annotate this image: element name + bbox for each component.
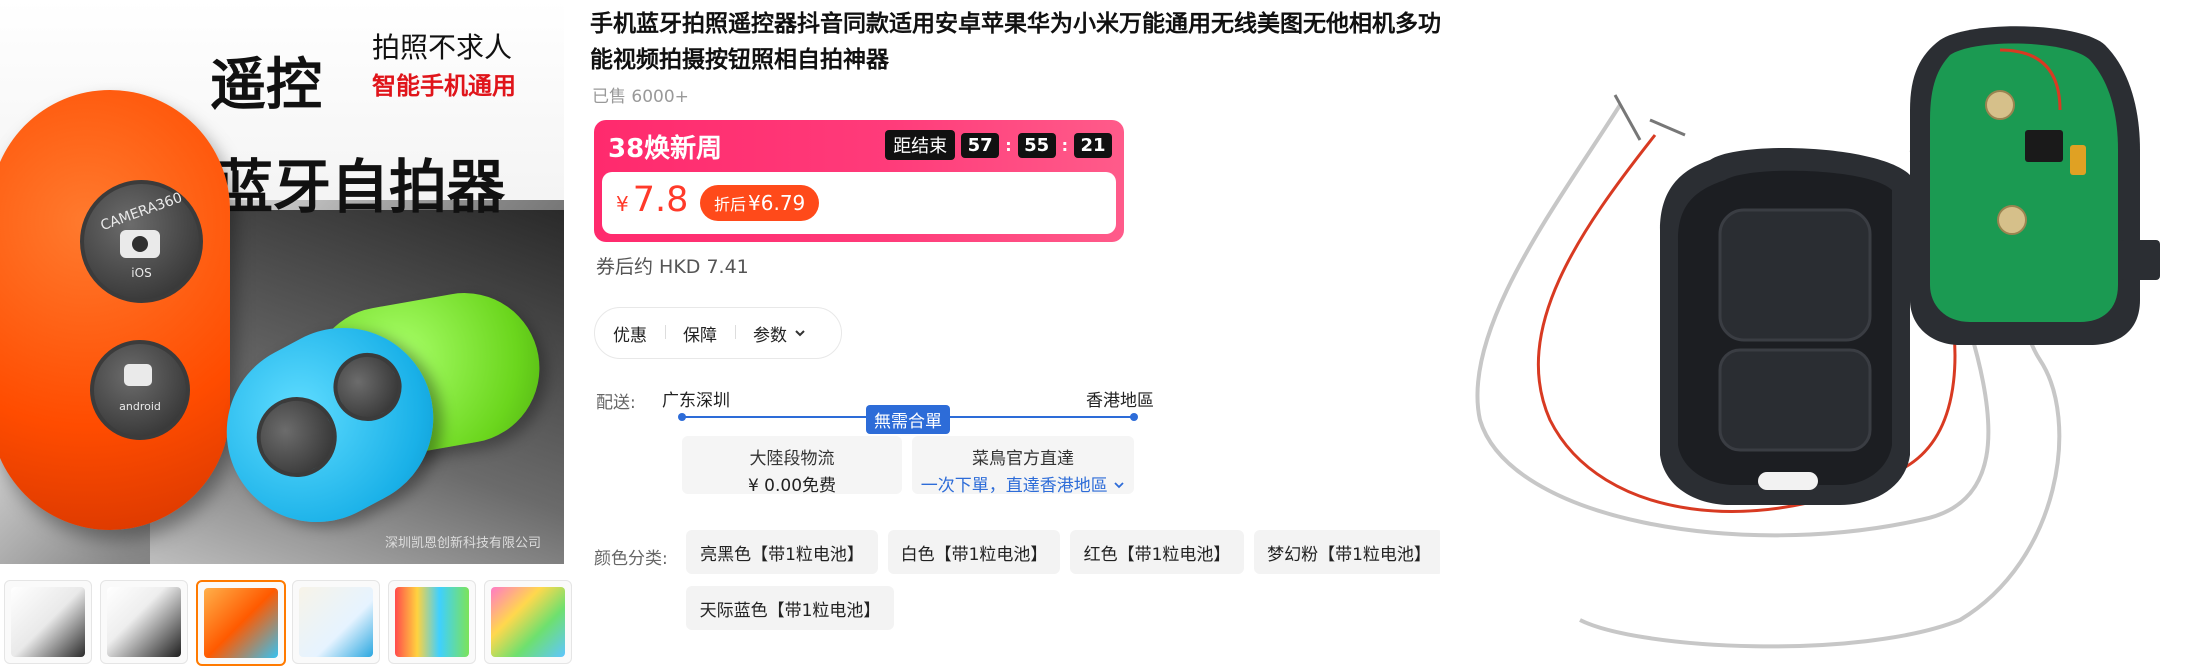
color-option-black[interactable]: 亮黑色【带1粒电池】 — [686, 530, 878, 574]
headline-compat: 智能手机通用 — [372, 72, 516, 100]
discount-price-badge[interactable]: 折后 ¥6.79 — [700, 185, 820, 221]
price-currency: ¥ — [616, 192, 629, 216]
color-option-sky-blue[interactable]: 天际蓝色【带1粒电池】 — [686, 586, 894, 630]
product-title: 手机蓝牙拍照遥控器抖音同款适用安卓苹果华为小米万能通用无线美图无他相机多功能视频… — [590, 11, 1441, 73]
chevron-down-icon — [1114, 482, 1124, 489]
cainiao-direct-title: 菜鳥官方直達 — [972, 449, 1074, 469]
pill-discounts[interactable]: 优惠 — [595, 321, 665, 346]
thumbnail-3-active[interactable] — [196, 580, 286, 666]
delivery-from: 广东深圳 — [662, 391, 730, 411]
delivery-label: 配送: — [596, 393, 636, 413]
color-option-white[interactable]: 白色【带1粒电池】 — [888, 530, 1060, 574]
headline-tagline: 拍照不求人 — [372, 31, 513, 64]
promo-card: 38焕新周 距结束 57 : 55 : 21 ¥7.8 折后 ¥6.79 — [594, 120, 1124, 242]
coupon-price: 券后约 HKD 7.41 — [596, 256, 749, 278]
mainland-logistics-card: 大陸段物流 ¥ 0.00免费 — [682, 436, 902, 496]
disassembled-remote-photo — [1440, 0, 2200, 665]
color-option-red[interactable]: 红色【带1粒电池】 — [1070, 530, 1244, 574]
image-watermark: 深圳凯恩创新科技有限公司 — [385, 536, 542, 551]
camera-icon-small — [124, 364, 152, 386]
blue-remote-button-2 — [321, 340, 414, 433]
thumbnail-1[interactable] — [4, 580, 92, 664]
thumbnail-2[interactable] — [100, 580, 188, 664]
discount-label: 折后 — [714, 195, 747, 214]
info-pill-bar: 优惠 保障 参数 — [594, 307, 842, 359]
delivery-to: 香港地區 — [1086, 391, 1154, 411]
pill-parameters[interactable]: 参数 — [735, 321, 825, 346]
countdown-hours: 57 — [961, 132, 1000, 158]
thumbnail-5[interactable] — [388, 580, 476, 664]
countdown-separator: : — [1061, 135, 1068, 155]
mainland-logistics-fee: ¥ 0.00免费 — [747, 476, 837, 496]
route-start-dot — [678, 413, 686, 421]
countdown-minutes: 55 — [1017, 132, 1056, 158]
promo-title: 38焕新周 — [608, 134, 723, 164]
shutter-button-graphic: CAMERA360 iOS — [80, 180, 203, 303]
main-product-image[interactable]: 遥控 拍照不求人 智能手机通用 蓝牙自拍器 CAMERA360 iOS andr… — [0, 0, 564, 564]
promo-countdown: 距结束 57 : 55 : 21 — [885, 130, 1112, 160]
countdown-separator: : — [1005, 135, 1012, 155]
thumbnail-6[interactable] — [484, 580, 572, 664]
color-category-label: 颜色分类: — [594, 549, 668, 569]
pill-guarantee[interactable]: 保障 — [665, 321, 735, 346]
price-value: 7.8 — [632, 180, 689, 220]
cainiao-direct-link[interactable]: 一次下單，直達香港地區 — [912, 471, 1134, 496]
ios-label: iOS — [131, 266, 152, 280]
headline-remote: 遥控 — [210, 53, 322, 118]
cainiao-direct-text: 一次下單，直達香港地區 — [920, 476, 1108, 496]
headline-bluetooth-selfie: 蓝牙自拍器 — [215, 153, 506, 221]
discount-price: ¥6.79 — [748, 191, 806, 215]
thumbnail-4[interactable] — [292, 580, 380, 664]
route-end-dot — [1130, 413, 1138, 421]
pill-parameters-label: 参数 — [753, 325, 787, 346]
android-button-graphic: android — [90, 340, 190, 440]
camera-icon — [120, 230, 160, 258]
no-merge-order-badge: 無需合單 — [866, 405, 950, 434]
blue-remote-button-1 — [242, 382, 351, 492]
countdown-seconds: 21 — [1074, 132, 1112, 158]
chevron-down-icon — [795, 330, 805, 337]
android-label: android — [119, 400, 161, 413]
remote-teardown-illustration — [1475, 26, 2160, 649]
price: ¥7.8 — [616, 180, 688, 220]
orange-remote: CAMERA360 iOS android — [0, 90, 230, 530]
price-panel: ¥7.8 折后 ¥6.79 — [602, 172, 1116, 234]
color-option-pink[interactable]: 梦幻粉【带1粒电池】 — [1254, 530, 1444, 574]
sold-count: 已售 6000+ — [592, 87, 689, 107]
countdown-label: 距结束 — [885, 130, 956, 160]
cainiao-direct-card[interactable]: 菜鳥官方直達 一次下單，直達香港地區 — [912, 436, 1134, 496]
mainland-logistics-title: 大陸段物流 — [749, 449, 835, 469]
